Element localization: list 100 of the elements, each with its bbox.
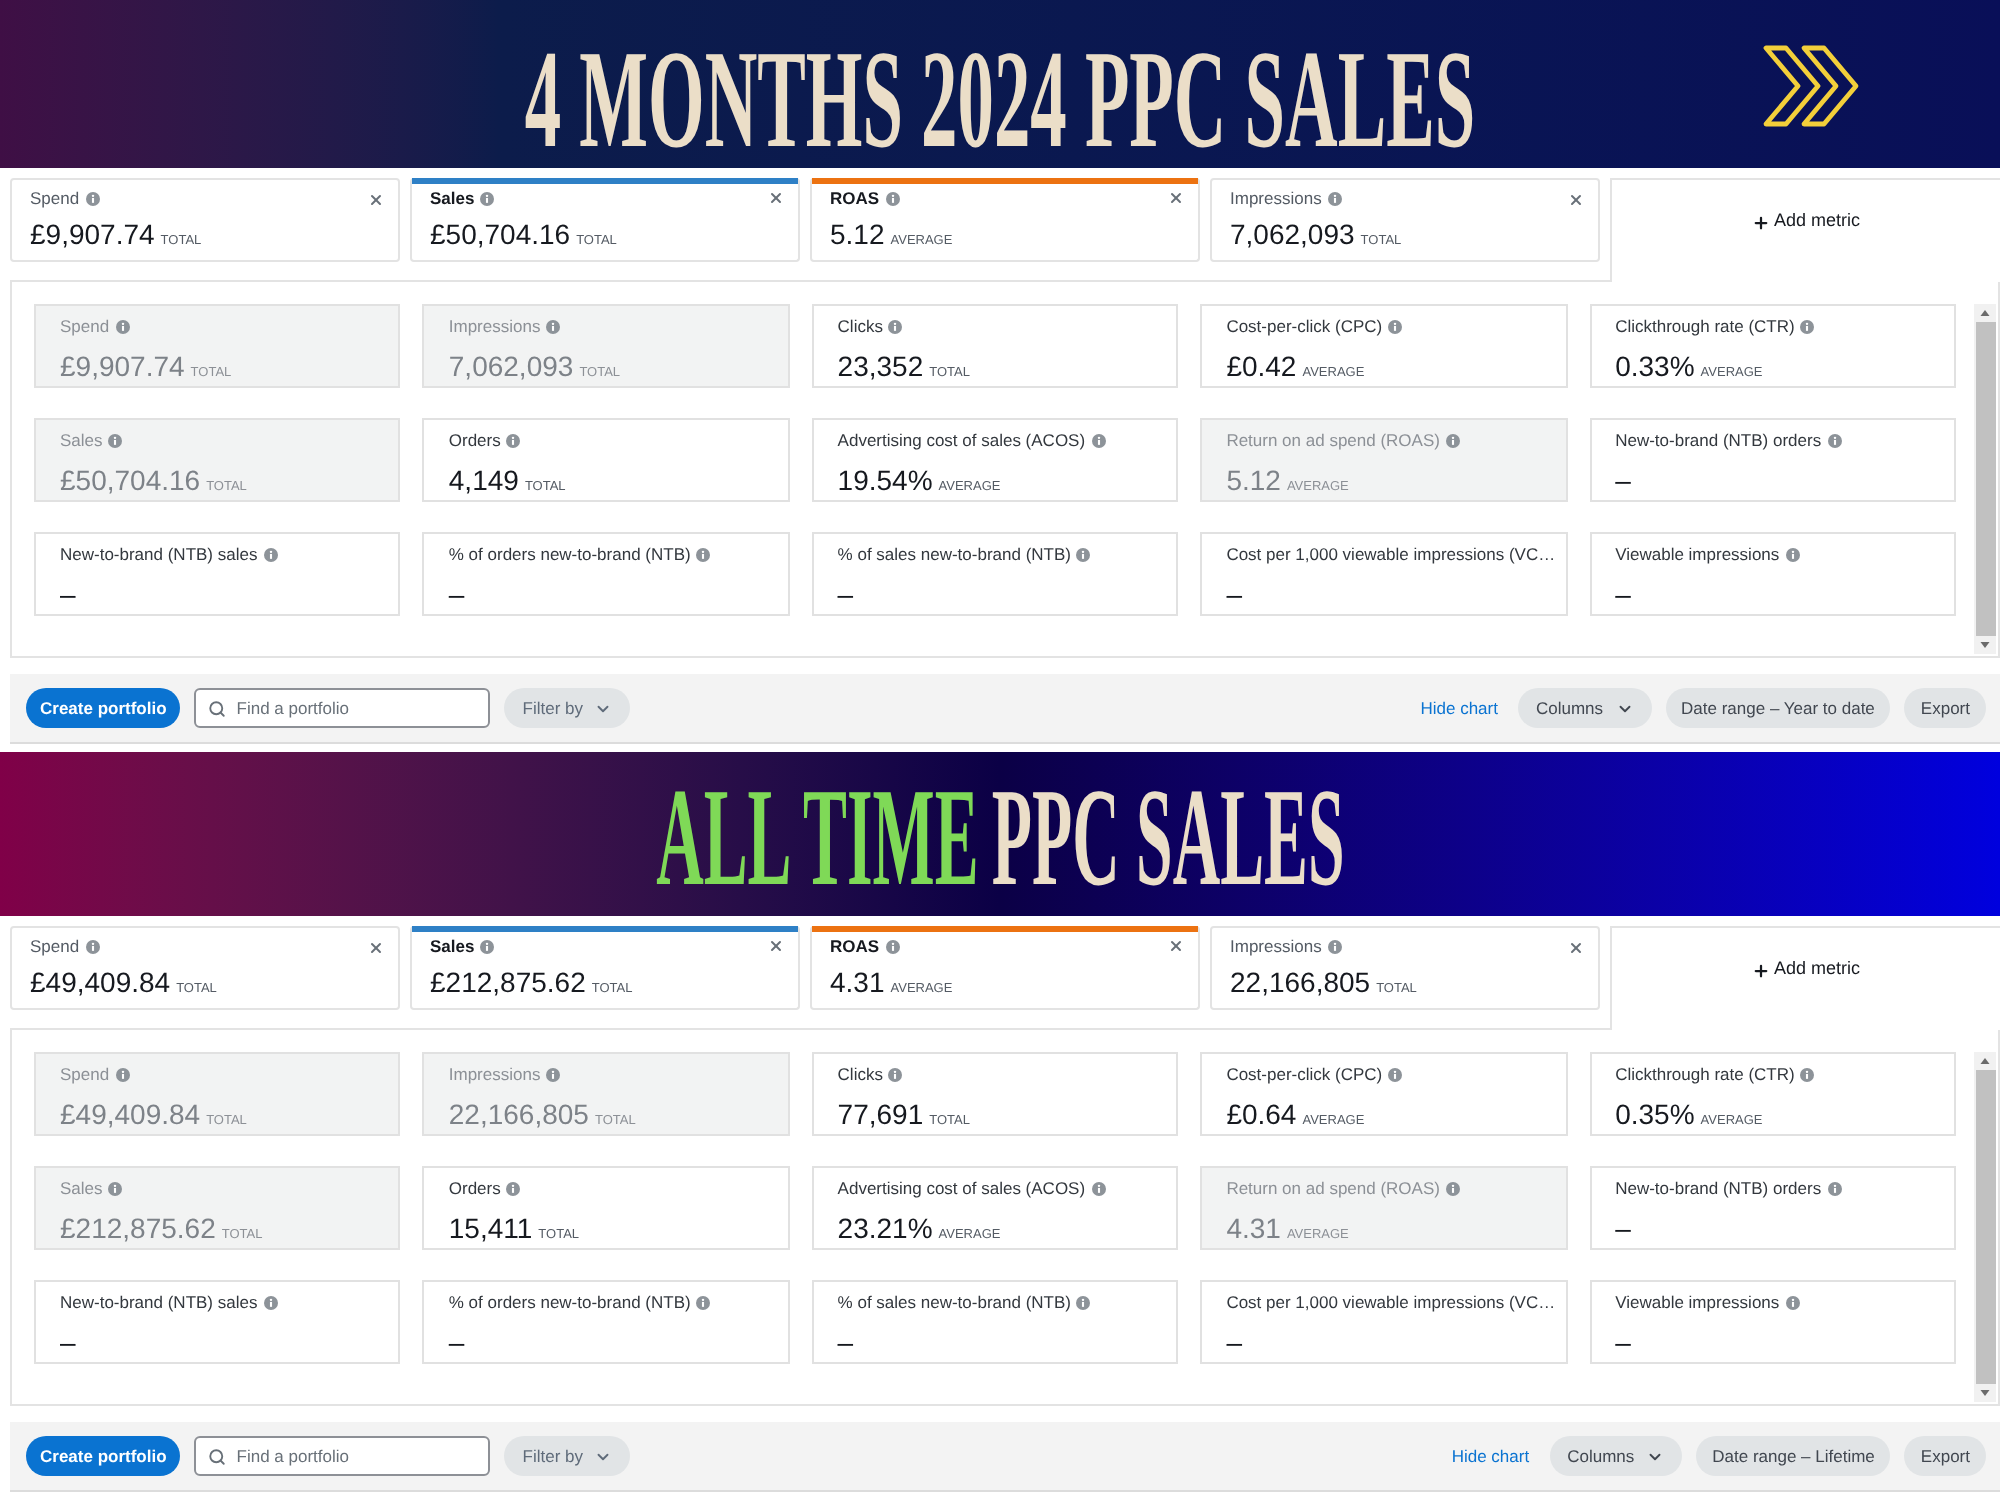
- hide-chart-link[interactable]: Hide chart: [1420, 695, 1498, 721]
- metric-label: Spend: [60, 1064, 110, 1086]
- metric-label: Sales: [60, 1178, 103, 1200]
- filter-dropdown[interactable]: Filter by: [504, 1436, 630, 1476]
- scrollbar[interactable]: [1974, 304, 1996, 654]
- tab-label: Impressions: [1230, 188, 1322, 210]
- info-icon: [696, 548, 711, 562]
- scrollbar-thumb[interactable]: [1975, 1070, 1995, 1384]
- info-icon: [1445, 434, 1460, 448]
- columns-dropdown[interactable]: Columns: [1549, 1436, 1683, 1476]
- metric-value: 15,411: [448, 1212, 533, 1244]
- metric-label: % of orders new-to-brand (NTB): [448, 1292, 691, 1314]
- close-icon[interactable]: [368, 940, 384, 956]
- banner-title: PPC SALES: [991, 784, 1345, 896]
- metric-value: –: [1226, 1326, 1242, 1358]
- close-icon[interactable]: [768, 938, 784, 954]
- hide-chart-link[interactable]: Hide chart: [1451, 1443, 1530, 1469]
- metric-label: New-to-brand (NTB) orders: [1615, 430, 1822, 452]
- metric-label: Advertising cost of sales (ACOS): [837, 1178, 1086, 1200]
- search-icon: [208, 1447, 227, 1465]
- metric-label: Sales: [60, 430, 103, 452]
- metric-card[interactable]: Viewable impressions –: [1589, 532, 1956, 616]
- filter-dropdown[interactable]: Filter by: [504, 688, 630, 728]
- date-range-button[interactable]: Date range – Year to date: [1665, 688, 1891, 728]
- close-icon[interactable]: [1568, 940, 1584, 956]
- metric-label: Cost-per-click (CPC): [1226, 1064, 1383, 1086]
- info-icon: [546, 320, 561, 334]
- tab-label: Spend: [30, 936, 80, 958]
- metric-value: –: [448, 578, 465, 610]
- search-field[interactable]: Find a portfolio: [194, 1436, 491, 1476]
- export-button[interactable]: Export: [1904, 688, 1986, 728]
- scrollbar-thumb[interactable]: [1975, 322, 1995, 636]
- metric-value: –: [1615, 578, 1631, 610]
- metric-card[interactable]: % of sales new-to-brand (NTB) –: [811, 1280, 1179, 1364]
- search-field[interactable]: Find a portfolio: [194, 688, 491, 728]
- columns-dropdown[interactable]: Columns: [1517, 688, 1652, 728]
- tab-value: 4.31: [830, 966, 885, 998]
- metric-value: –: [60, 1326, 76, 1358]
- info-icon: [108, 434, 123, 448]
- tab-value: £212,875.62: [430, 966, 586, 998]
- metric-card[interactable]: Viewable impressions –: [1589, 1280, 1956, 1364]
- add-metric-button[interactable]: Add metric: [1751, 208, 1860, 236]
- info-icon: [506, 1182, 521, 1196]
- date-range-button[interactable]: Date range – Lifetime: [1696, 1436, 1891, 1476]
- close-icon[interactable]: [1568, 192, 1584, 208]
- metric-label: Return on ad spend (ROAS): [1226, 430, 1440, 452]
- info-icon: [1785, 1296, 1800, 1310]
- metric-value: £212,875.62: [60, 1212, 216, 1244]
- info-icon: [263, 548, 278, 562]
- metric-card[interactable]: % of orders new-to-brand (NTB) –: [422, 1280, 790, 1364]
- metric-card[interactable]: Cost per 1,000 viewable impressions (VC… –: [1200, 532, 1568, 616]
- metric-value: 4.31: [1226, 1212, 1281, 1244]
- info-icon: [885, 940, 900, 954]
- close-icon[interactable]: [1168, 938, 1184, 954]
- close-icon[interactable]: [368, 192, 384, 208]
- metric-card[interactable]: % of orders new-to-brand (NTB) –: [422, 532, 790, 616]
- metric-value: –: [60, 578, 76, 610]
- create-portfolio-button[interactable]: Create portfolio: [26, 1436, 181, 1476]
- metric-label: Cost per 1,000 viewable impressions (VC…: [1226, 544, 1556, 566]
- metric-card[interactable]: New-to-brand (NTB) sales –: [34, 532, 401, 616]
- metric-label: New-to-brand (NTB) orders: [1615, 1178, 1822, 1200]
- tab-value: 22,166,805: [1230, 966, 1371, 998]
- create-portfolio-button[interactable]: Create portfolio: [26, 688, 181, 728]
- metric-value: –: [1226, 578, 1242, 610]
- metric-value: £50,704.16: [60, 464, 201, 496]
- metric-value: 23,352: [837, 350, 924, 382]
- metric-card[interactable]: New-to-brand (NTB) orders –: [1589, 418, 1956, 502]
- scrollbar[interactable]: [1974, 1052, 1996, 1402]
- search-icon: [208, 699, 227, 717]
- metric-label: % of sales new-to-brand (NTB): [837, 1292, 1071, 1314]
- add-metric-button[interactable]: Add metric: [1751, 956, 1860, 984]
- metric-card[interactable]: New-to-brand (NTB) orders –: [1589, 1166, 1956, 1250]
- metric-card[interactable]: % of sales new-to-brand (NTB) –: [811, 532, 1179, 616]
- metric-card[interactable]: New-to-brand (NTB) sales –: [34, 1280, 401, 1364]
- metric-label: Cost-per-click (CPC): [1226, 316, 1383, 338]
- caret-down-icon[interactable]: [1980, 1390, 1990, 1396]
- close-icon[interactable]: [1168, 190, 1184, 206]
- metric-label: Orders: [448, 430, 501, 452]
- info-icon: [1388, 1068, 1403, 1082]
- caret-down-icon[interactable]: [1980, 642, 1990, 648]
- caret-up-icon[interactable]: [1980, 1058, 1990, 1064]
- metric-value: £0.64: [1226, 1098, 1297, 1130]
- caret-up-icon[interactable]: [1980, 310, 1990, 316]
- info-icon: [885, 192, 900, 206]
- metric-card[interactable]: Cost per 1,000 viewable impressions (VC… –: [1200, 1280, 1568, 1364]
- export-button[interactable]: Export: [1904, 1436, 1986, 1476]
- banner-title: 4 MONTHS 2024 PPC SALES: [524, 46, 1476, 158]
- info-icon: [888, 320, 903, 334]
- close-icon[interactable]: [768, 190, 784, 206]
- info-icon: [1327, 940, 1342, 954]
- metric-label: Viewable impressions: [1615, 544, 1780, 566]
- info-icon: [1445, 1182, 1460, 1196]
- metric-label: Viewable impressions: [1615, 1292, 1780, 1314]
- info-icon: [1091, 434, 1106, 448]
- tab-value: 7,062,093: [1230, 218, 1355, 250]
- info-icon: [546, 1068, 561, 1082]
- metric-value: 4,149: [448, 464, 519, 496]
- metric-label: Clickthrough rate (CTR): [1615, 1064, 1795, 1086]
- metric-label: Return on ad spend (ROAS): [1226, 1178, 1440, 1200]
- tab-value: £49,409.84: [30, 966, 171, 998]
